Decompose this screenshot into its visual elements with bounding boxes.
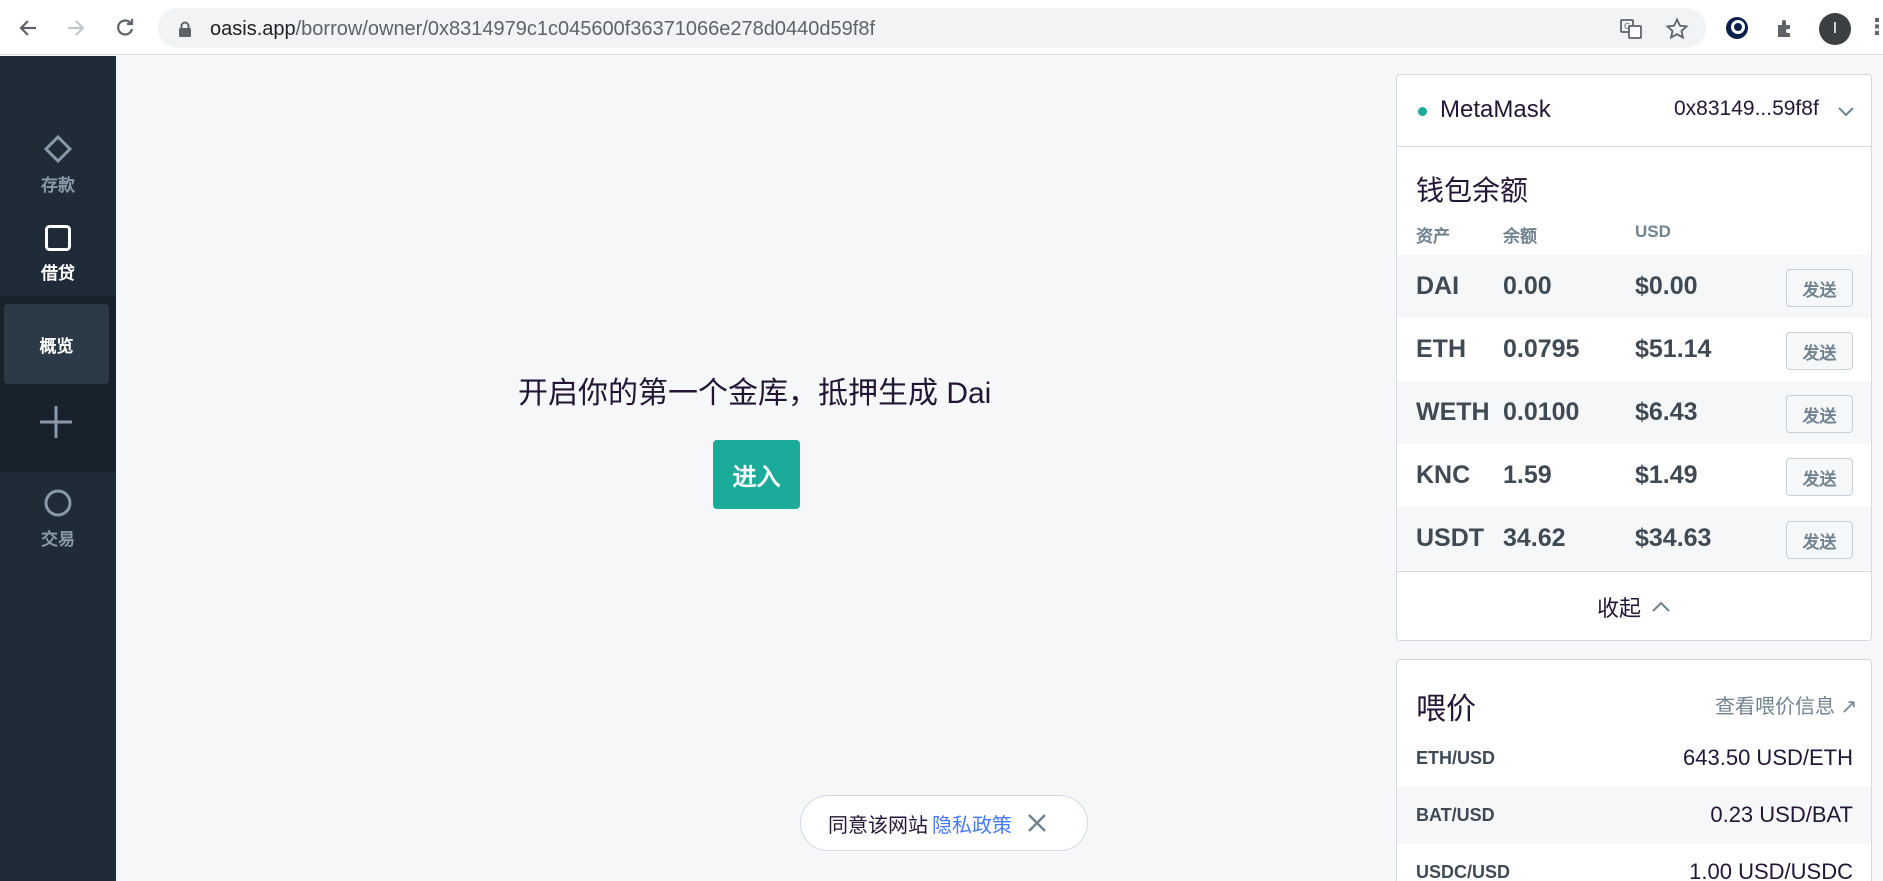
asset-balance: 0.0100: [1503, 398, 1580, 426]
extension-ring-icon[interactable]: [1722, 13, 1752, 43]
wallet-address: 0x83149...59f8f: [1674, 97, 1819, 120]
view-oracle-info-link[interactable]: 查看喂价信息 ↗: [1715, 690, 1857, 719]
asset-symbol: ETH: [1416, 335, 1466, 363]
asset-balance: 0.0795: [1503, 335, 1580, 363]
browser-toolbar: oasis.app/borrow/owner/0x8314979c1c04560…: [0, 0, 1883, 55]
oracle-title: 喂价: [1416, 693, 1476, 726]
asset-balance: 0.00: [1503, 272, 1552, 300]
header-asset: 资产: [1416, 227, 1450, 246]
table-row: DAI 0.00 $0.00 发送: [1397, 255, 1871, 318]
table-row: ETH 0.0795 $51.14 发送: [1397, 318, 1871, 381]
asset-symbol: DAI: [1416, 272, 1460, 300]
asset-balance: 34.62: [1503, 524, 1566, 552]
chevron-up-icon: [1652, 601, 1670, 612]
price-value: 0.23 USD/BAT: [1710, 802, 1853, 827]
cookie-text: 同意该网站: [828, 814, 928, 837]
diamond-icon: [43, 134, 73, 169]
sidebar-item-deposit[interactable]: 存款: [0, 134, 116, 196]
price-pair: USDC/USD: [1416, 862, 1511, 881]
close-icon[interactable]: [1026, 812, 1048, 834]
list-item: BAT/USD 0.23 USD/BAT: [1397, 787, 1871, 844]
price-value: 1.00 USD/USDC: [1689, 859, 1853, 881]
price-pair: ETH/USD: [1416, 748, 1496, 768]
list-item: USDC/USD 1.00 USD/USDC: [1397, 844, 1871, 881]
chevron-down-icon[interactable]: [1837, 105, 1855, 117]
asset-symbol: KNC: [1416, 461, 1471, 489]
back-icon[interactable]: [12, 12, 44, 44]
sidebar: 存款 借贷 概览 交易: [0, 56, 116, 881]
asset-usd: $1.49: [1635, 461, 1698, 489]
send-button[interactable]: 发送: [1786, 269, 1853, 307]
table-row: KNC 1.59 $1.49 发送: [1397, 444, 1871, 507]
address-bar[interactable]: oasis.app/borrow/owner/0x8314979c1c04560…: [158, 8, 1706, 48]
collapse-label: 收起: [1596, 595, 1641, 621]
sidebar-item-label: 存款: [41, 176, 75, 195]
send-button[interactable]: 发送: [1786, 521, 1853, 559]
browser-menu-icon[interactable]: ⋮: [1866, 14, 1883, 40]
asset-usd: $6.43: [1635, 398, 1698, 426]
translate-icon[interactable]: G: [1618, 16, 1644, 42]
open-vault-prompt: 开启你的第一个金库，抵押生成 Dai: [518, 377, 992, 410]
forward-icon[interactable]: [60, 12, 92, 44]
send-button[interactable]: 发送: [1786, 332, 1853, 370]
header-balance: 余额: [1503, 227, 1537, 246]
star-icon[interactable]: [1664, 16, 1690, 42]
sidebar-item-label: 借贷: [41, 264, 75, 283]
asset-usd: $51.14: [1635, 335, 1712, 363]
url-text: oasis.app/borrow/owner/0x8314979c1c04560…: [210, 18, 875, 40]
borrow-subnav: 概览: [0, 296, 116, 472]
asset-symbol: WETH: [1416, 398, 1490, 426]
wallet-provider: MetaMask: [1440, 96, 1551, 123]
wallet-card: MetaMask 0x83149...59f8f 钱包余额 资产 余额 USD …: [1396, 74, 1872, 641]
sidebar-item-label: 交易: [41, 530, 75, 549]
extensions-puzzle-icon[interactable]: [1771, 13, 1801, 43]
asset-balance: 1.59: [1503, 461, 1552, 489]
circle-icon: [43, 488, 73, 523]
connected-status-dot: [1418, 107, 1427, 116]
table-row: USDT 34.62 $34.63 发送: [1397, 507, 1871, 570]
asset-usd: $0.00: [1635, 272, 1698, 300]
price-value: 643.50 USD/ETH: [1683, 745, 1853, 770]
asset-symbol: USDT: [1416, 524, 1485, 552]
lock-icon: [178, 21, 192, 42]
sidebar-item-trade[interactable]: 交易: [0, 488, 116, 550]
wallet-account-header[interactable]: MetaMask 0x83149...59f8f: [1397, 75, 1871, 147]
svg-text:G: G: [1624, 22, 1630, 31]
asset-usd: $34.63: [1635, 524, 1712, 552]
wallet-balance-title: 钱包余额: [1416, 175, 1529, 206]
square-icon: [44, 224, 72, 257]
add-vault-icon[interactable]: [36, 402, 76, 442]
reload-icon[interactable]: [109, 12, 141, 44]
send-button[interactable]: 发送: [1786, 395, 1853, 433]
cookie-banner: 同意该网站 隐私政策: [800, 795, 1088, 851]
oracle-price-card: 喂价 查看喂价信息 ↗ ETH/USD 643.50 USD/ETH BAT/U…: [1396, 659, 1872, 881]
subnav-item-overview[interactable]: 概览: [4, 304, 109, 384]
price-pair: BAT/USD: [1416, 805, 1495, 825]
list-item: ETH/USD 643.50 USD/ETH: [1397, 730, 1871, 787]
collapse-button[interactable]: 收起: [1397, 571, 1871, 640]
profile-avatar[interactable]: I: [1819, 13, 1851, 45]
enter-button[interactable]: 进入: [713, 440, 800, 509]
table-row: WETH 0.0100 $6.43 发送: [1397, 381, 1871, 444]
header-usd: USD: [1635, 222, 1671, 241]
sidebar-item-borrow[interactable]: 借贷: [0, 224, 116, 284]
privacy-policy-link[interactable]: 隐私政策: [932, 809, 1012, 838]
send-button[interactable]: 发送: [1786, 458, 1853, 496]
